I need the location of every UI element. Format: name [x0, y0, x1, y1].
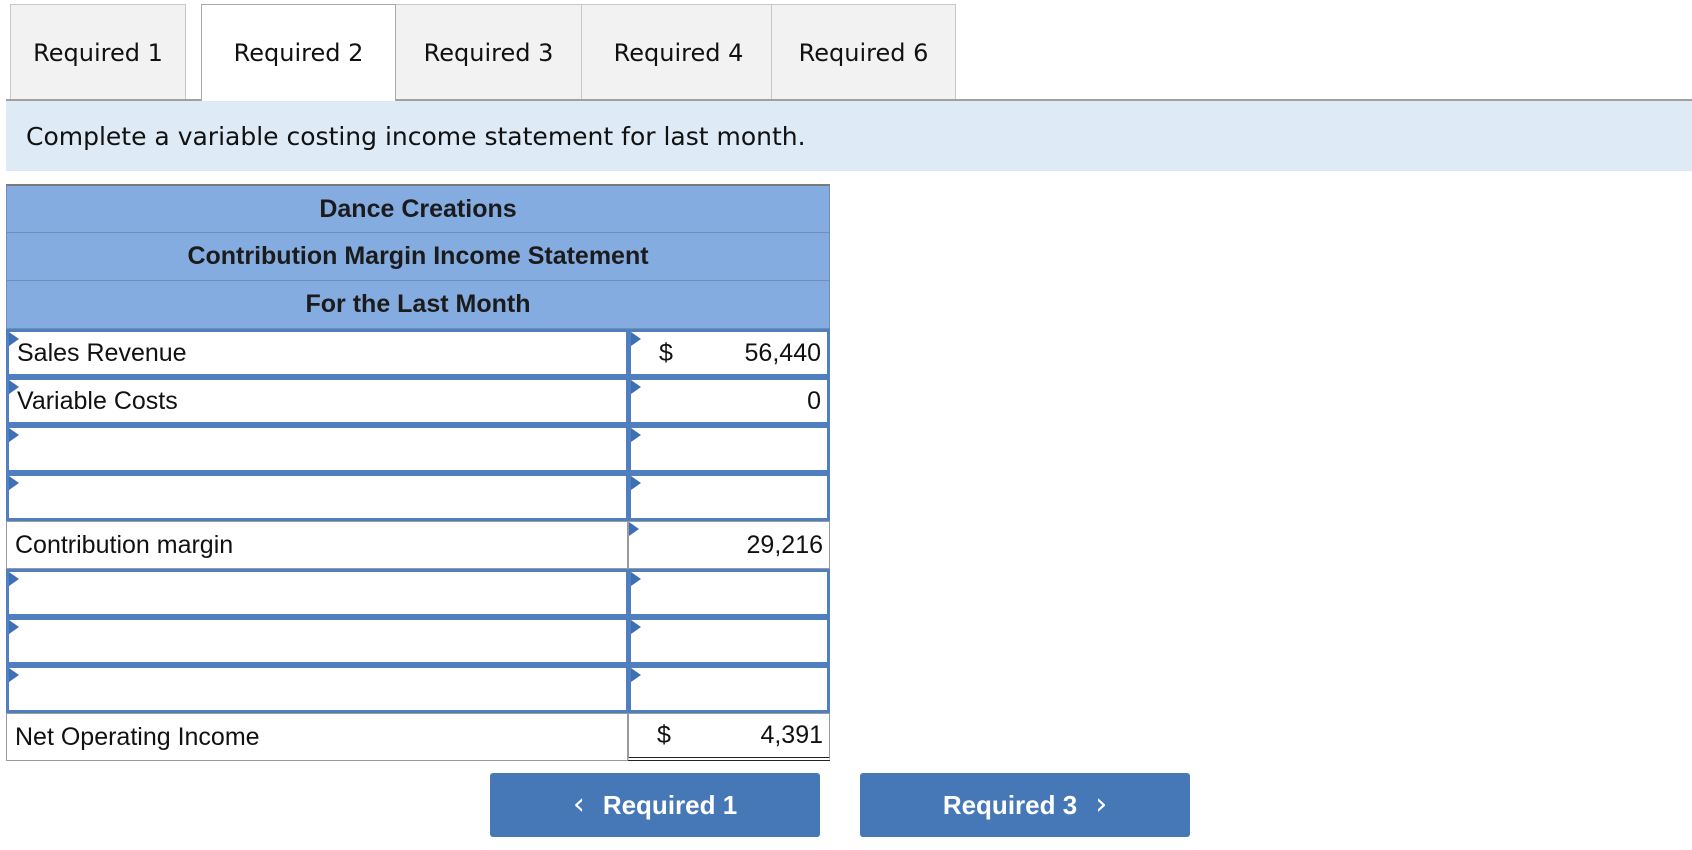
statement-row-variable-costs: Variable Costs 0 — [6, 377, 830, 425]
row-label-input[interactable] — [6, 665, 628, 713]
statement-row-contribution-margin: Contribution margin 29,216 — [6, 521, 830, 569]
prev-button-label: Required 1 — [602, 789, 738, 820]
tab-required-2[interactable]: Required 2 — [201, 4, 396, 101]
row-amount-input[interactable] — [628, 473, 830, 521]
instruction-text: Complete a variable costing income state… — [6, 99, 1692, 171]
prev-required-button[interactable]: ‹ Required 1 — [490, 773, 820, 837]
tab-required-6[interactable]: Required 6 — [771, 4, 956, 100]
row-amount-input[interactable]: 0 — [628, 377, 830, 425]
dropdown-indicator-icon — [631, 332, 641, 346]
row-label: Variable Costs — [17, 386, 178, 415]
dropdown-indicator-icon — [631, 668, 641, 682]
chevron-left-icon: ‹ — [572, 787, 585, 822]
row-label-input[interactable]: Sales Revenue — [6, 329, 628, 377]
row-amount-input[interactable] — [628, 665, 830, 713]
dropdown-indicator-icon — [9, 332, 19, 346]
chevron-right-icon: › — [1095, 787, 1108, 822]
statement-row-empty — [6, 473, 830, 521]
row-label: Net Operating Income — [6, 713, 628, 761]
currency-symbol: $ — [659, 338, 673, 367]
dropdown-indicator-icon — [9, 620, 19, 634]
row-amount: 29,216 — [746, 530, 823, 559]
row-label: Contribution margin — [6, 521, 628, 569]
dropdown-indicator-icon — [9, 476, 19, 490]
row-label-input[interactable] — [6, 569, 628, 617]
dropdown-indicator-icon — [9, 668, 19, 682]
dropdown-indicator-icon — [9, 572, 19, 586]
row-amount-input[interactable] — [628, 569, 830, 617]
row-amount-input[interactable] — [628, 425, 830, 473]
row-amount: 4,391 — [760, 721, 823, 749]
row-label-input[interactable] — [6, 473, 628, 521]
row-label-input[interactable]: Variable Costs — [6, 377, 628, 425]
row-amount: 56,440 — [744, 338, 821, 367]
tab-required-1[interactable]: Required 1 — [10, 4, 186, 100]
tab-required-3[interactable]: Required 3 — [391, 4, 586, 100]
row-label-text: Contribution margin — [15, 530, 234, 559]
row-label-input[interactable] — [6, 425, 628, 473]
row-label-input[interactable] — [6, 617, 628, 665]
row-amount-input[interactable]: 29,216 — [628, 521, 830, 569]
next-required-button[interactable]: Required 3 › — [860, 773, 1190, 837]
dropdown-indicator-icon — [631, 476, 641, 490]
statement-row-sales-revenue: Sales Revenue $ 56,440 — [6, 329, 830, 377]
dropdown-indicator-icon — [631, 572, 641, 586]
dropdown-indicator-icon — [631, 620, 641, 634]
dropdown-indicator-icon — [9, 428, 19, 442]
statement-row-empty — [6, 425, 830, 473]
income-statement: Dance Creations Contribution Margin Inco… — [6, 184, 830, 761]
dropdown-indicator-icon — [9, 380, 19, 394]
dropdown-indicator-icon — [631, 428, 641, 442]
statement-period: For the Last Month — [6, 281, 830, 329]
next-button-label: Required 3 — [942, 789, 1078, 820]
statement-row-empty — [6, 569, 830, 617]
statement-row-empty — [6, 665, 830, 713]
currency-symbol: $ — [657, 721, 671, 749]
statement-row-empty — [6, 617, 830, 665]
row-label-text: Net Operating Income — [15, 722, 260, 751]
row-amount-input[interactable] — [628, 617, 830, 665]
statement-title: Contribution Margin Income Statement — [6, 233, 830, 281]
company-name: Dance Creations — [6, 184, 830, 233]
dropdown-indicator-icon — [629, 522, 639, 536]
row-amount-input[interactable]: $ 4,391 — [628, 713, 830, 761]
statement-row-net-operating-income: Net Operating Income $ 4,391 — [6, 713, 830, 761]
row-amount: 0 — [807, 386, 821, 415]
row-label: Sales Revenue — [17, 338, 187, 367]
row-amount-input[interactable]: $ 56,440 — [628, 329, 830, 377]
dropdown-indicator-icon — [631, 380, 641, 394]
tab-required-4[interactable]: Required 4 — [581, 4, 776, 100]
